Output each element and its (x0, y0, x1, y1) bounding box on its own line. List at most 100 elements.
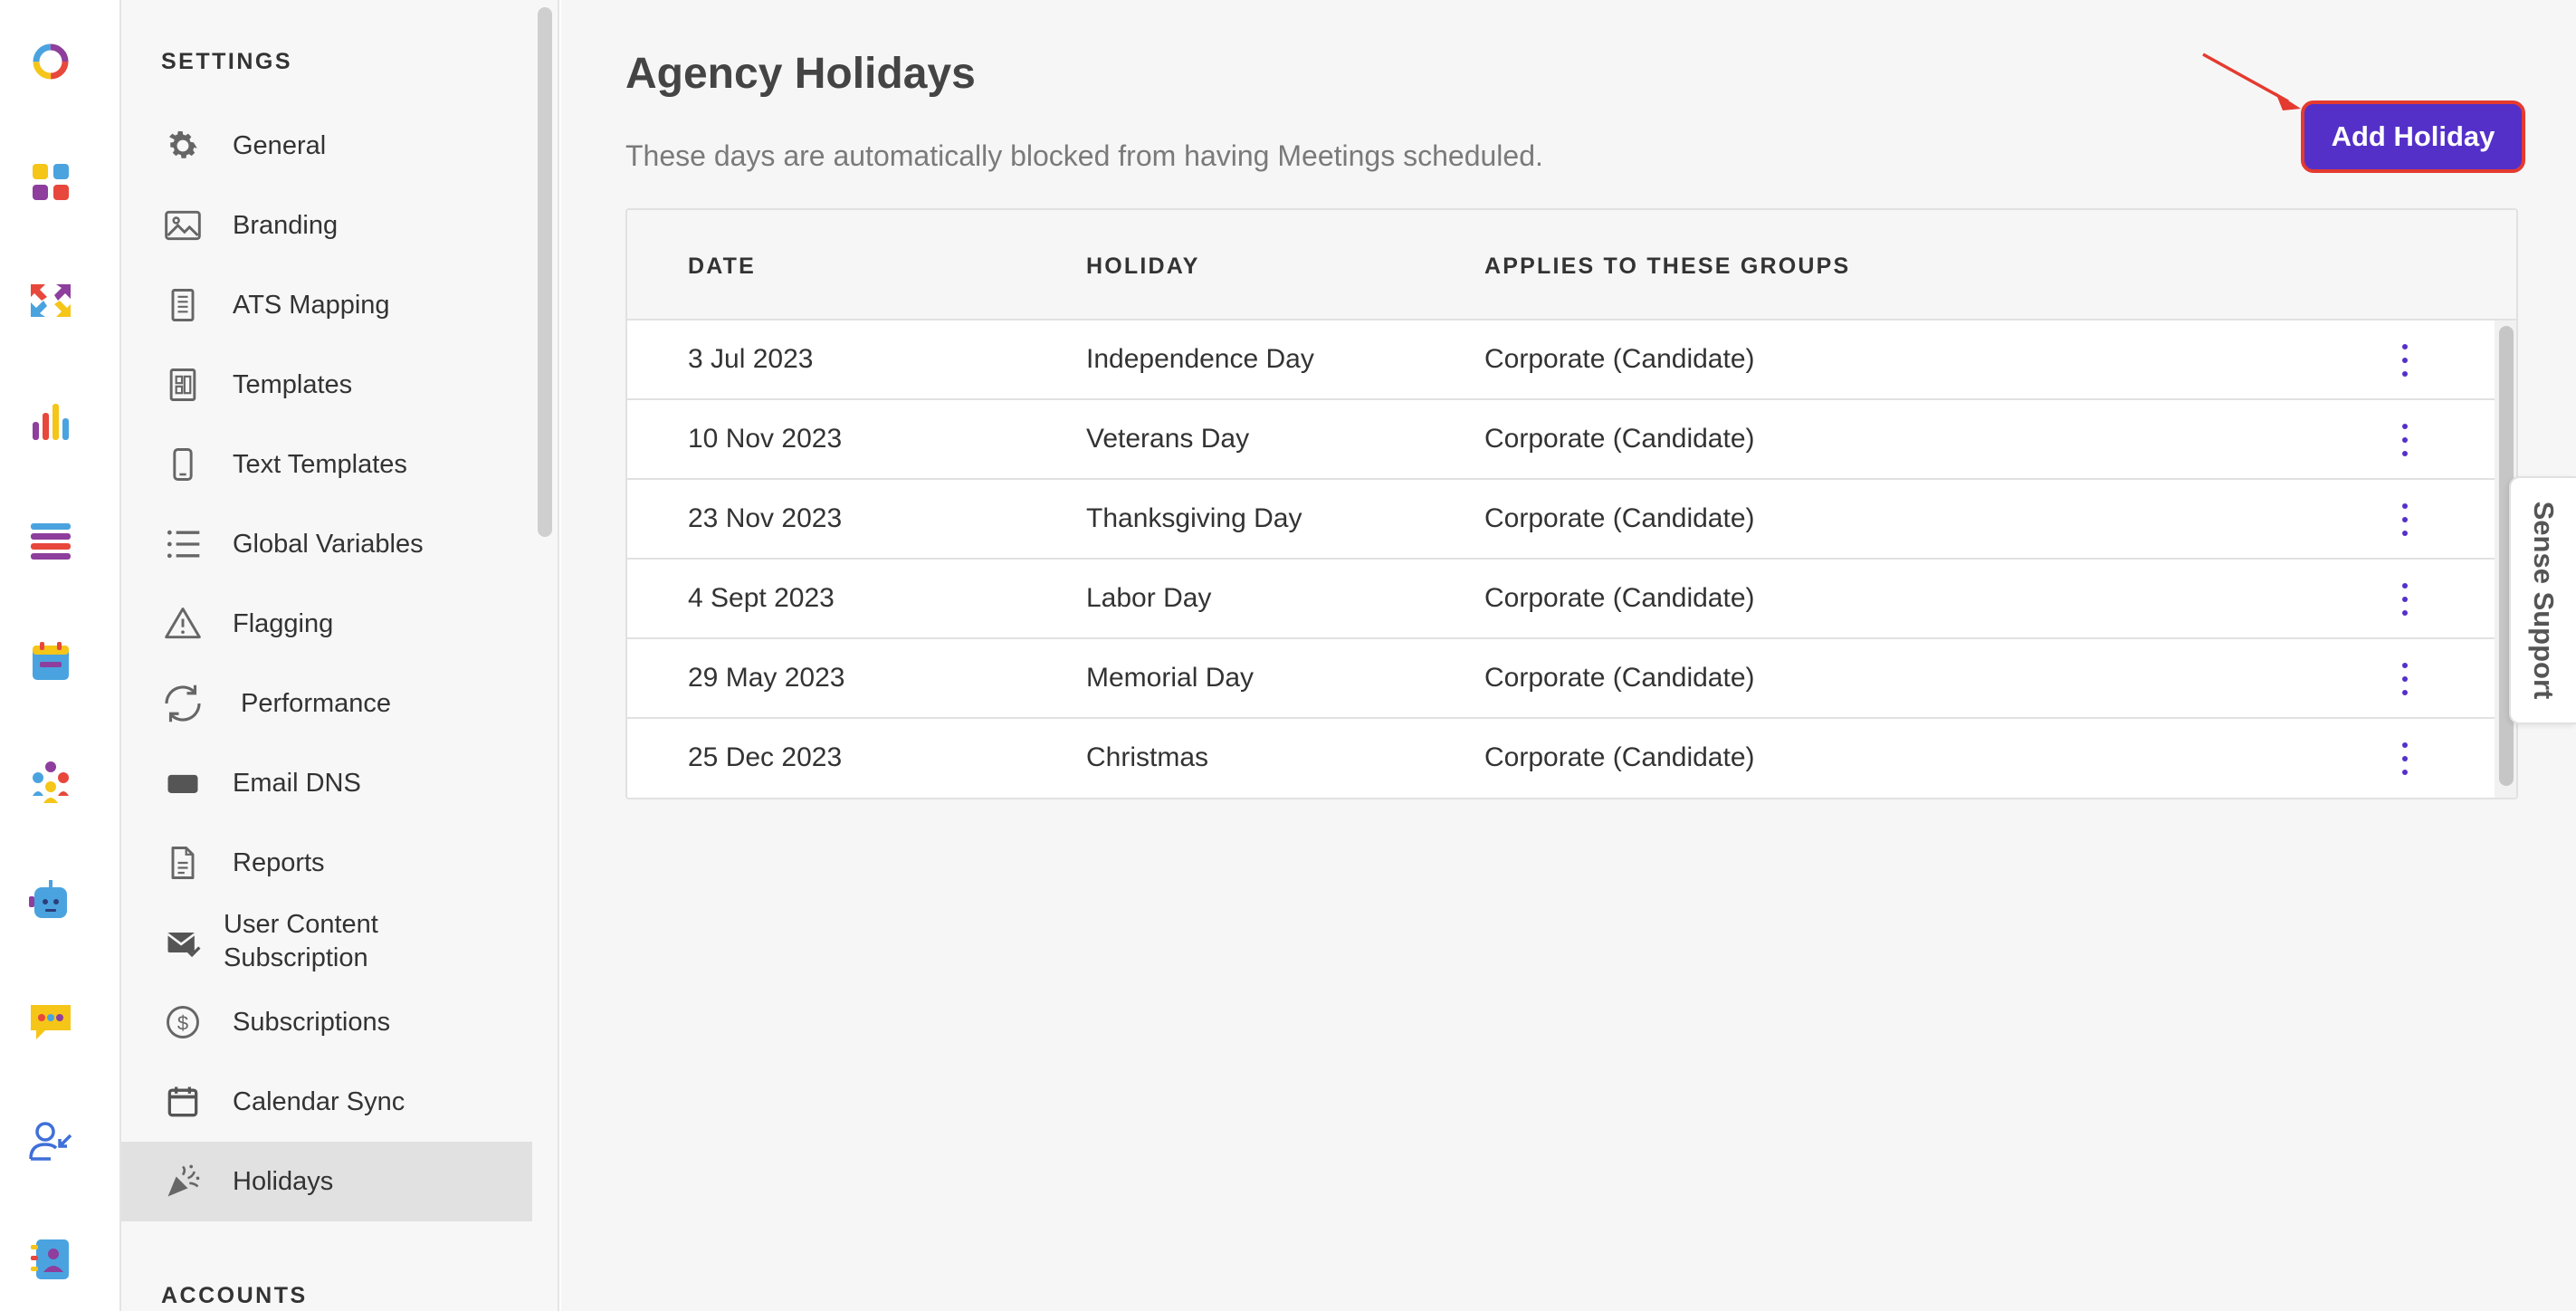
sidebar-item-label: Email DNS (233, 768, 361, 798)
report-icon (161, 841, 205, 885)
list-stack-icon[interactable] (25, 516, 76, 567)
sidebar-item-label: Global Variables (233, 529, 424, 559)
dashboard-icon[interactable] (25, 157, 76, 207)
cell-holiday: Memorial Day (1086, 663, 1255, 693)
row-menu-icon[interactable] (2392, 579, 2418, 619)
sidebar-item-global-variables[interactable]: Global Variables (121, 504, 532, 584)
phone-icon (161, 443, 205, 486)
sidebar-item-holidays[interactable]: Holidays (121, 1142, 532, 1221)
cell-groups: Corporate (Candidate) (1484, 583, 1755, 613)
sidebar-item-label: Flagging (233, 608, 334, 638)
table-row[interactable]: 25 Dec 2023 Christmas Corporate (Candida… (627, 719, 2495, 798)
row-menu-icon[interactable] (2392, 340, 2418, 380)
column-header-groups[interactable]: APPLIES TO THESE GROUPS (1484, 254, 1850, 280)
chat-icon[interactable] (25, 996, 76, 1047)
cell-date: 23 Nov 2023 (688, 503, 843, 533)
sidebar-item-label: Branding (233, 210, 339, 240)
bar-chart-icon[interactable] (25, 397, 76, 447)
sidebar-item-label: Calendar Sync (233, 1086, 405, 1116)
sidebar-item-label: Templates (233, 369, 353, 399)
sidebar-item-subscriptions[interactable]: $ Subscriptions (121, 982, 532, 1062)
sense-support-label: Sense Support (2528, 501, 2560, 700)
party-popper-icon (161, 1160, 205, 1203)
sidebar-item-general[interactable]: General (121, 106, 532, 186)
sidebar-item-text-templates[interactable]: Text Templates (121, 425, 532, 504)
table-header: DATE HOLIDAY APPLIES TO THESE GROUPS (627, 210, 2516, 321)
calendar-icon (161, 1080, 205, 1124)
transfer-arrows-icon[interactable] (25, 275, 76, 326)
sidebar-item-templates[interactable]: Templates (121, 345, 532, 425)
table-row[interactable]: 29 May 2023 Memorial Day Corporate (Cand… (627, 639, 2495, 719)
logo-icon[interactable] (25, 36, 76, 87)
row-menu-icon[interactable] (2392, 420, 2418, 460)
contacts-book-icon[interactable] (25, 1234, 76, 1285)
team-icon[interactable] (25, 756, 76, 807)
sidebar-scrollbar[interactable] (538, 7, 552, 537)
warning-icon (161, 602, 205, 646)
cell-groups: Corporate (Candidate) (1484, 503, 1755, 533)
calendar-app-icon[interactable] (25, 636, 76, 687)
holidays-table: DATE HOLIDAY APPLIES TO THESE GROUPS 3 J… (625, 208, 2518, 799)
cell-date: 4 Sept 2023 (688, 583, 835, 613)
mail-check-icon (161, 921, 205, 964)
image-icon (161, 204, 205, 247)
cell-holiday: Thanksgiving Day (1086, 503, 1302, 533)
settings-heading: SETTINGS (161, 49, 293, 74)
sidebar-item-label-line2: Subscription (224, 943, 368, 972)
gear-icon (161, 124, 205, 167)
table-row[interactable]: 10 Nov 2023 Veterans Day Corporate (Cand… (627, 400, 2495, 480)
sidebar-item-label: Subscriptions (233, 1007, 391, 1037)
template-icon (161, 363, 205, 407)
sidebar-item-label: General (233, 130, 327, 160)
list-icon (161, 522, 205, 566)
row-menu-icon[interactable] (2392, 739, 2418, 779)
table-row[interactable]: 23 Nov 2023 Thanksgiving Day Corporate (… (627, 480, 2495, 560)
sidebar-item-email-dns[interactable]: Email DNS (121, 743, 532, 823)
cell-holiday: Labor Day (1086, 583, 1212, 613)
cell-groups: Corporate (Candidate) (1484, 742, 1755, 772)
annotation-arrow-icon (2202, 53, 2301, 110)
sidebar-item-calendar-sync[interactable]: Calendar Sync (121, 1062, 532, 1142)
document-icon (161, 283, 205, 327)
sidebar-item-label: ATS Mapping (233, 290, 390, 320)
sidebar-item-performance[interactable]: Performance (121, 664, 532, 743)
page-subtitle: These days are automatically blocked fro… (625, 139, 1543, 172)
sidebar-item-label: Text Templates (233, 449, 407, 479)
cell-groups: Corporate (Candidate) (1484, 344, 1755, 374)
cell-groups: Corporate (Candidate) (1484, 663, 1755, 693)
row-menu-icon[interactable] (2392, 500, 2418, 540)
row-menu-icon[interactable] (2392, 659, 2418, 699)
sidebar-item-label: Holidays (233, 1166, 334, 1196)
app-rail (0, 0, 121, 1311)
bot-icon[interactable] (25, 876, 76, 927)
sidebar-item-flagging[interactable]: Flagging (121, 584, 532, 664)
sidebar-item-branding[interactable]: Branding (121, 186, 532, 265)
cell-date: 29 May 2023 (688, 663, 845, 693)
cell-holiday: Christmas (1086, 742, 1209, 772)
table-row[interactable]: 3 Jul 2023 Independence Day Corporate (C… (627, 321, 2495, 400)
cell-groups: Corporate (Candidate) (1484, 424, 1755, 454)
sidebar-item-label: Reports (233, 847, 325, 877)
email-dns-icon (161, 761, 205, 805)
refresh-icon (157, 678, 208, 729)
column-header-holiday[interactable]: HOLIDAY (1086, 254, 1200, 280)
sidebar-item-user-content-subscription[interactable]: User Content Subscription (121, 903, 532, 982)
sense-support-tab[interactable]: Sense Support (2509, 476, 2576, 724)
cell-date: 3 Jul 2023 (688, 344, 814, 374)
sidebar-item-ats-mapping[interactable]: ATS Mapping (121, 265, 532, 345)
sidebar-item-label: Performance (241, 688, 392, 718)
accounts-heading: ACCOUNTS (161, 1283, 308, 1308)
cell-date: 25 Dec 2023 (688, 742, 843, 772)
dollar-icon: $ (161, 1000, 205, 1044)
user-arrow-icon[interactable] (25, 1115, 76, 1166)
table-row[interactable]: 4 Sept 2023 Labor Day Corporate (Candida… (627, 560, 2495, 639)
svg-text:$: $ (177, 1011, 188, 1034)
column-header-date[interactable]: DATE (688, 254, 756, 280)
cell-date: 10 Nov 2023 (688, 424, 843, 454)
cell-holiday: Independence Day (1086, 344, 1314, 374)
page-title: Agency Holidays (625, 50, 976, 98)
cell-holiday: Veterans Day (1086, 424, 1250, 454)
sidebar-item-label-line1: User Content (224, 910, 378, 939)
sidebar-item-reports[interactable]: Reports (121, 823, 532, 903)
add-holiday-button[interactable]: Add Holiday (2301, 100, 2525, 173)
